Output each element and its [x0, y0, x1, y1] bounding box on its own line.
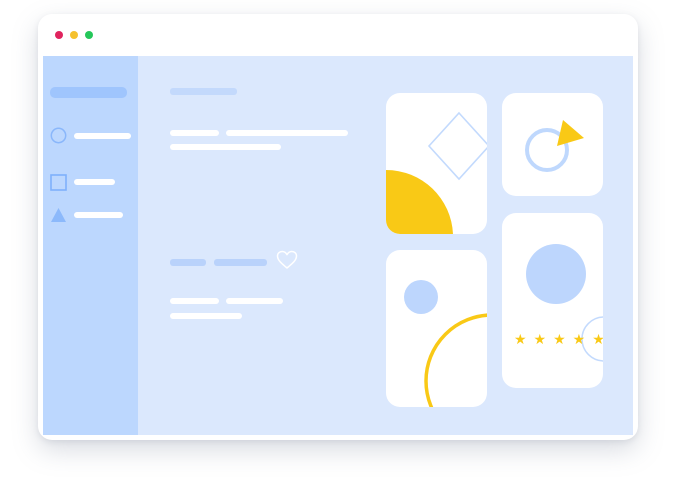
text-line-placeholder — [170, 130, 219, 136]
sidebar — [43, 56, 138, 435]
circle-shape — [526, 244, 586, 304]
text-line-placeholder — [170, 298, 219, 304]
shape-illustration — [525, 120, 584, 172]
page-title-placeholder — [170, 88, 237, 95]
card-diamond[interactable] — [386, 93, 487, 234]
tag-placeholder — [214, 259, 267, 266]
tag-placeholder — [170, 259, 206, 266]
text-line-placeholder — [170, 313, 242, 319]
diamond-icon — [427, 111, 487, 181]
card-circle[interactable] — [386, 250, 487, 407]
sidebar-item-label-placeholder — [74, 179, 115, 185]
rating-stars: ★★★★★ — [514, 331, 603, 347]
minimize-window-button[interactable] — [70, 31, 78, 39]
text-line-placeholder — [226, 130, 348, 136]
sidebar-item-label-placeholder — [74, 212, 123, 218]
arc-shape — [424, 313, 487, 407]
shape-illustration — [526, 244, 603, 362]
maximize-window-button[interactable] — [85, 31, 93, 39]
square-icon — [50, 174, 67, 191]
app-content: ★★★★★ — [43, 56, 633, 435]
quarter-circle-shape — [386, 169, 453, 234]
shape-illustration — [404, 280, 487, 407]
browser-window: ★★★★★ — [38, 14, 638, 440]
sidebar-item-label-placeholder — [74, 133, 131, 139]
text-line-placeholder — [170, 144, 281, 150]
close-window-button[interactable] — [55, 31, 63, 39]
card-ring[interactable] — [502, 93, 603, 196]
text-line-placeholder — [226, 298, 283, 304]
triangle-icon — [51, 208, 66, 222]
triangle-shape — [557, 120, 584, 146]
circle-icon — [50, 127, 67, 144]
heart-icon[interactable] — [276, 250, 298, 270]
circle-shape — [404, 280, 438, 314]
card-rating[interactable]: ★★★★★ — [502, 213, 603, 388]
shape-illustration — [386, 111, 487, 234]
sidebar-header-placeholder — [50, 87, 127, 98]
